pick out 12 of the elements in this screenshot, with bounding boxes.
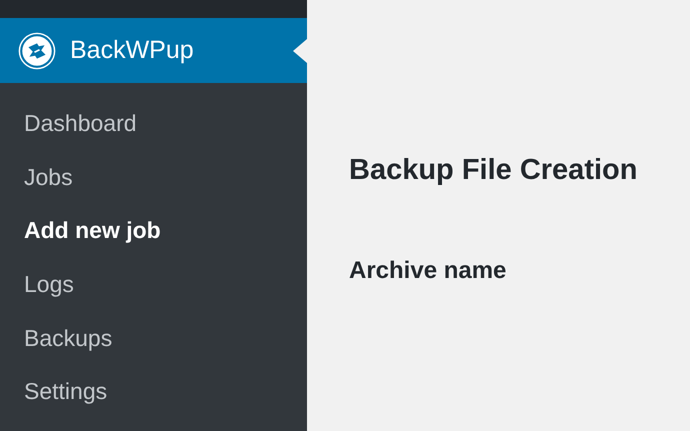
sync-logo-icon [18,32,56,70]
page-heading: Backup File Creation [349,154,638,187]
menu-item[interactable]: Logs [0,258,307,312]
menu-item[interactable]: Jobs [0,150,307,204]
menu-item[interactable]: Settings [0,364,307,419]
menu-item[interactable]: Dashboard [0,97,307,151]
menu-header[interactable]: BackWPup [0,18,307,83]
menu-item[interactable]: Backups [0,311,307,365]
menu-title: BackWPup [70,36,194,65]
section-label: Archive name [349,257,508,285]
current-arrow-icon [293,39,307,63]
menu-item[interactable]: Add new job [0,204,307,258]
